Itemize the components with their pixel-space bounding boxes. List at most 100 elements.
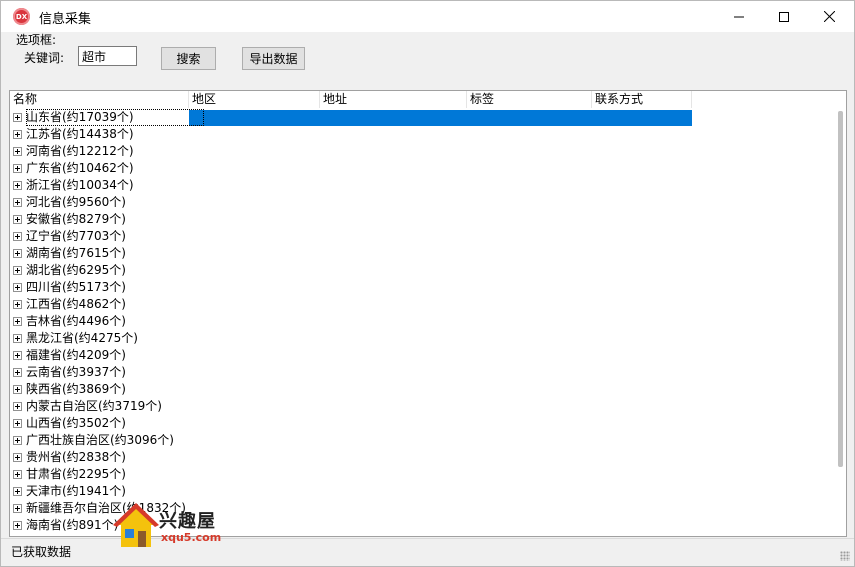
- tree-row-label: 陕西省(约3869个): [26, 382, 126, 396]
- tree-row-label: 河南省(约12212个): [26, 144, 134, 158]
- tree-row-label: 黑龙江省(约4275个): [26, 331, 138, 345]
- tree-row[interactable]: 湖南省(约7615个): [10, 245, 830, 262]
- expand-plus-icon[interactable]: [13, 147, 22, 156]
- tree-row-label: 浙江省(约10034个): [26, 178, 134, 192]
- tree-row-label: 江西省(约4862个): [26, 297, 126, 311]
- expand-plus-icon[interactable]: [13, 334, 22, 343]
- expand-plus-icon[interactable]: [13, 385, 22, 394]
- tree-row[interactable]: 安徽省(约8279个): [10, 211, 830, 228]
- watermark-name: 兴趣屋: [159, 511, 216, 532]
- tree-row-label: 广东省(约10462个): [26, 161, 134, 175]
- watermark: 兴趣屋 xqu5.com: [111, 501, 231, 551]
- expand-plus-icon[interactable]: [13, 351, 22, 360]
- expand-plus-icon[interactable]: [13, 249, 22, 258]
- expand-plus-icon[interactable]: [13, 504, 22, 513]
- tree-row[interactable]: 广东省(约10462个): [10, 160, 830, 177]
- tree-row-label: 云南省(约3937个): [26, 365, 126, 379]
- export-data-button[interactable]: 导出数据: [242, 47, 305, 70]
- tree-row[interactable]: 甘肃省(约2295个): [10, 466, 830, 483]
- expand-plus-icon[interactable]: [13, 300, 22, 309]
- expand-plus-icon[interactable]: [13, 419, 22, 428]
- scrollbar-thumb[interactable]: [838, 111, 843, 467]
- tree-row[interactable]: 陕西省(约3869个): [10, 381, 830, 398]
- tree-row[interactable]: 山东省(约17039个): [10, 109, 830, 126]
- tree-row[interactable]: 湖北省(约6295个): [10, 262, 830, 279]
- minimize-icon: [734, 16, 744, 17]
- tree-row[interactable]: 辽宁省(约7703个): [10, 228, 830, 245]
- search-button[interactable]: 搜索: [161, 47, 216, 70]
- expand-plus-icon[interactable]: [13, 283, 22, 292]
- column-header-contact[interactable]: 联系方式: [592, 91, 692, 108]
- tree-row-label: 四川省(约5173个): [26, 280, 126, 294]
- tree-row[interactable]: 黑龙江省(约4275个): [10, 330, 830, 347]
- tree-row-label: 江苏省(约14438个): [26, 127, 134, 141]
- tree-row-label: 贵州省(约2838个): [26, 450, 126, 464]
- tree-row[interactable]: 广西壮族自治区(约3096个): [10, 432, 830, 449]
- column-header-address[interactable]: 地址: [320, 91, 467, 108]
- house-logo-icon: [113, 503, 159, 547]
- tree-row-label: 天津市(约1941个): [26, 484, 126, 498]
- expand-plus-icon[interactable]: [13, 266, 22, 275]
- keyword-input[interactable]: [78, 46, 137, 66]
- expand-plus-icon[interactable]: [13, 215, 22, 224]
- tree-row[interactable]: 吉林省(约4496个): [10, 313, 830, 330]
- close-button[interactable]: [806, 1, 852, 32]
- tree-row[interactable]: 福建省(约4209个): [10, 347, 830, 364]
- tree-row-label: 福建省(约4209个): [26, 348, 126, 362]
- tree-row[interactable]: 河南省(约12212个): [10, 143, 830, 160]
- watermark-url: xqu5.com: [161, 531, 222, 544]
- tree-row[interactable]: 河北省(约9560个): [10, 194, 830, 211]
- maximize-button[interactable]: [761, 1, 807, 32]
- tree-row-label: 河北省(约9560个): [26, 195, 126, 209]
- tree-row[interactable]: 江苏省(约14438个): [10, 126, 830, 143]
- expand-plus-icon[interactable]: [13, 402, 22, 411]
- expand-plus-icon[interactable]: [13, 470, 22, 479]
- tree-row[interactable]: 山西省(约3502个): [10, 415, 830, 432]
- expand-plus-icon[interactable]: [13, 113, 22, 122]
- close-icon: [823, 11, 835, 22]
- expand-plus-icon[interactable]: [13, 181, 22, 190]
- tree-row-label: 甘肃省(约2295个): [26, 467, 126, 481]
- maximize-icon: [779, 11, 789, 22]
- tree-row[interactable]: 内蒙古自治区(约3719个): [10, 398, 830, 415]
- selection-highlight: [189, 110, 692, 126]
- minimize-button[interactable]: [716, 1, 762, 32]
- tree-row-label: 湖南省(约7615个): [26, 246, 126, 260]
- title-bar[interactable]: DX 信息采集: [1, 1, 854, 32]
- tree-row[interactable]: 浙江省(约10034个): [10, 177, 830, 194]
- expand-plus-icon[interactable]: [13, 453, 22, 462]
- results-tree-list[interactable]: 名称 地区 地址 标签 联系方式 山东省(约17039个) 江苏省(约14438个…: [9, 90, 847, 537]
- tree-row-label: 辽宁省(约7703个): [26, 229, 126, 243]
- column-header-region[interactable]: 地区: [189, 91, 320, 108]
- tree-row[interactable]: 贵州省(约2838个): [10, 449, 830, 466]
- list-header: 名称 地区 地址 标签 联系方式: [10, 91, 846, 108]
- tree-row-label: 内蒙古自治区(约3719个): [26, 399, 162, 413]
- tree-row-label: 山东省(约17039个): [26, 109, 204, 126]
- vertical-scrollbar[interactable]: [835, 109, 846, 536]
- expand-plus-icon[interactable]: [13, 198, 22, 207]
- expand-plus-icon[interactable]: [13, 368, 22, 377]
- tree-row-label: 吉林省(约4496个): [26, 314, 126, 328]
- options-group-label: 选项框:: [16, 33, 57, 47]
- status-text: 已获取数据: [11, 545, 72, 559]
- column-header-name[interactable]: 名称: [10, 91, 189, 108]
- expand-plus-icon[interactable]: [13, 521, 22, 530]
- tree-row-label: 广西壮族自治区(约3096个): [26, 433, 174, 447]
- window-title: 信息采集: [39, 12, 92, 27]
- tree-row[interactable]: 四川省(约5173个): [10, 279, 830, 296]
- resize-grip-icon[interactable]: [840, 551, 850, 561]
- expand-plus-icon[interactable]: [13, 487, 22, 496]
- tree-row-label: 海南省(约891个): [26, 518, 119, 532]
- tree-row-label: 山西省(约3502个): [26, 416, 126, 430]
- column-header-tag[interactable]: 标签: [467, 91, 592, 108]
- expand-plus-icon[interactable]: [13, 164, 22, 173]
- tree-row[interactable]: 江西省(约4862个): [10, 296, 830, 313]
- expand-plus-icon[interactable]: [13, 317, 22, 326]
- expand-plus-icon[interactable]: [13, 436, 22, 445]
- tree-row-label: 安徽省(约8279个): [26, 212, 126, 226]
- expand-plus-icon[interactable]: [13, 232, 22, 241]
- tree-row[interactable]: 云南省(约3937个): [10, 364, 830, 381]
- tree-row[interactable]: 天津市(约1941个): [10, 483, 830, 500]
- main-window: DX 信息采集 选项框: 关键词: 搜索 导出数据 名称 地区 地址 标签 联系…: [0, 0, 855, 567]
- expand-plus-icon[interactable]: [13, 130, 22, 139]
